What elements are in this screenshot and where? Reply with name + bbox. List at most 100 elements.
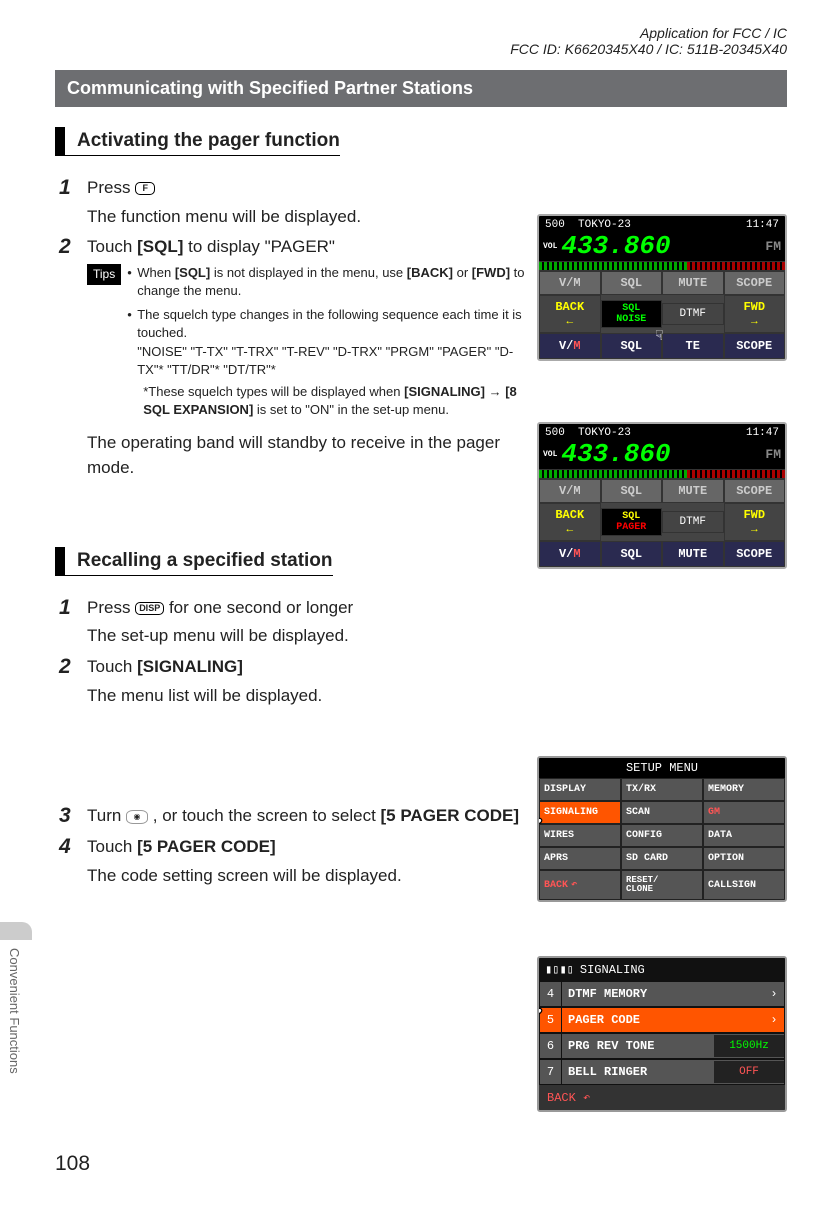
sig-row-bell-ringer[interactable]: 7 BELL RINGER OFF [539, 1059, 785, 1085]
mute-cell[interactable]: MUTE [662, 541, 724, 567]
vm-button[interactable]: V/M [539, 479, 601, 503]
channel: 500 [545, 427, 565, 439]
t: *These squelch types will be displayed w… [143, 384, 404, 399]
screen-top-line: 500 TOKYO-23 11:47 [539, 424, 785, 439]
sql-button[interactable]: SQL [601, 479, 663, 503]
vm-cell[interactable]: V/M [539, 333, 601, 359]
t: [SIGNALING] [137, 657, 243, 676]
signaling-back[interactable]: BACK ↶ [539, 1085, 785, 1110]
scope-cell[interactable]: SCOPE [724, 541, 786, 567]
sig-row-dtmf[interactable]: 4 DTMF MEMORY › [539, 981, 785, 1007]
dial-icon: ◉ [126, 810, 148, 824]
arrow-left-icon: ← [566, 524, 573, 536]
back-arrow-icon: ↶ [583, 1091, 590, 1105]
t: FWD [743, 300, 765, 314]
clock: 11:47 [746, 427, 779, 439]
tip-note: *These squelch types will be displayed w… [137, 383, 527, 419]
vm-button[interactable]: V/M [539, 271, 601, 295]
setup-back[interactable]: BACK ↶ [539, 870, 621, 900]
dtmf-button[interactable]: DTMF [662, 303, 724, 325]
fwd-button[interactable]: FWD→ [724, 503, 786, 541]
step-body: Touch [SIGNALING] The menu list will be … [87, 655, 787, 708]
arrow-right-icon: → [751, 524, 758, 536]
mode-label: FM [765, 447, 781, 462]
setup-txrx[interactable]: TX/RX [621, 778, 703, 801]
setup-wires[interactable]: WIRES [539, 824, 621, 847]
t: [BACK] [407, 265, 453, 280]
disp-key-icon: DISP [135, 602, 164, 615]
t: PAGER [616, 522, 646, 533]
bottom-row: V/M SQL MUTE SCOPE [539, 541, 785, 567]
step-body: Press DISP for one second or longer The … [87, 596, 787, 649]
vol-label: VOL [543, 242, 557, 251]
setup-aprs[interactable]: APRS [539, 847, 621, 870]
t: Turn [87, 806, 126, 825]
radio-screen-pager: 500 TOKYO-23 11:47 VOL 433.860 FM V/M SQ… [537, 422, 787, 569]
mute-button[interactable]: MUTE [662, 271, 724, 295]
row-label: PAGER CODE [562, 1008, 764, 1032]
subheading-recalling: Recalling a specified station [55, 547, 333, 576]
f-key-icon: F [135, 182, 155, 195]
t: Touch [87, 657, 137, 676]
section-bar: Communicating with Specified Partner Sta… [55, 70, 787, 107]
setup-signaling[interactable]: SIGNALING [539, 801, 621, 824]
chevron-icon: › [764, 987, 784, 1001]
setup-reset[interactable]: RESET/ CLONE [621, 870, 703, 900]
step2-result: The operating band will standby to recei… [87, 431, 527, 480]
sql-pager-button[interactable]: SQLPAGER [601, 508, 663, 536]
sig-row-prg-rev[interactable]: 6 PRG REV TONE 1500Hz [539, 1033, 785, 1059]
sig-row-pager-code[interactable]: 5 PAGER CODE › [539, 1007, 785, 1033]
scope-cell[interactable]: SCOPE [724, 333, 786, 359]
dtmf-button[interactable]: DTMF [662, 511, 724, 533]
vm-cell[interactable]: V/M [539, 541, 601, 567]
setup-sdcard[interactable]: SD CARD [621, 847, 703, 870]
te-cell[interactable]: ☟TE [662, 333, 724, 359]
row-label: PRG REV TONE [562, 1034, 714, 1058]
t: SIGNALING [580, 963, 645, 977]
mute-button[interactable]: MUTE [662, 479, 724, 503]
signal-bars-icon: ▮▯▮▯ [545, 962, 574, 977]
row-label: DTMF MEMORY [562, 982, 764, 1006]
row-label: BELL RINGER [562, 1060, 714, 1084]
location: TOKYO-23 [578, 219, 631, 231]
scope-button[interactable]: SCOPE [724, 271, 786, 295]
setup-gm[interactable]: GM [703, 801, 785, 824]
step-2b: 2 Touch [SIGNALING] The menu list will b… [59, 655, 787, 708]
sql-button[interactable]: SQL [601, 271, 663, 295]
clock: 11:47 [746, 219, 779, 231]
scope-button[interactable]: SCOPE [724, 479, 786, 503]
t: is not displayed in the menu, use [210, 265, 407, 280]
t: The squelch type changes in the followin… [137, 306, 527, 342]
t: BACK [544, 880, 568, 891]
frequency-display: VOL 433.860 FM [539, 439, 785, 469]
t: BACK [555, 508, 584, 522]
back-button[interactable]: BACK ← [539, 503, 601, 541]
row-value: 1500Hz [714, 1035, 784, 1057]
setup-option[interactable]: OPTION [703, 847, 785, 870]
sql-cell[interactable]: SQL [601, 333, 663, 359]
fcc-line2: FCC ID: K6620345X40 / IC: 511B-20345X40 [510, 41, 787, 57]
sql-cell[interactable]: SQL [601, 541, 663, 567]
pointing-hand-icon [537, 806, 545, 834]
t: for one second or longer [169, 598, 353, 617]
setup-callsign[interactable]: CALLSIGN [703, 870, 785, 900]
setup-data[interactable]: DATA [703, 824, 785, 847]
setup-config[interactable]: CONFIG [621, 824, 703, 847]
t: "NOISE" "T-TX" "T-TRX" "T-REV" "D-TRX" "… [137, 343, 527, 379]
back-button[interactable]: BACK← [539, 295, 601, 333]
step2-suffix: to display "PAGER" [183, 237, 335, 256]
frequency-display: VOL 433.860 FM [539, 231, 785, 261]
signal-bar [539, 469, 785, 479]
setup-scan[interactable]: SCAN [621, 801, 703, 824]
row-num: 7 [540, 1060, 562, 1084]
t: [5 PAGER CODE] [137, 837, 276, 856]
setup-memory[interactable]: MEMORY [703, 778, 785, 801]
fwd-button[interactable]: FWD→ [724, 295, 786, 333]
nav-row: BACK ← SQLPAGER DTMF FWD→ [539, 503, 785, 541]
signaling-list-screen: ▮▯▮▯ SIGNALING 4 DTMF MEMORY › 5 PAGER C… [537, 956, 787, 1112]
tips-list: When [SQL] is not displayed in the menu,… [127, 264, 527, 426]
sql-noise-button[interactable]: SQLNOISE [601, 300, 663, 328]
location: TOKYO-23 [578, 427, 631, 439]
setup-display[interactable]: DISPLAY [539, 778, 621, 801]
side-tab-label: Convenient Functions [0, 938, 27, 1084]
